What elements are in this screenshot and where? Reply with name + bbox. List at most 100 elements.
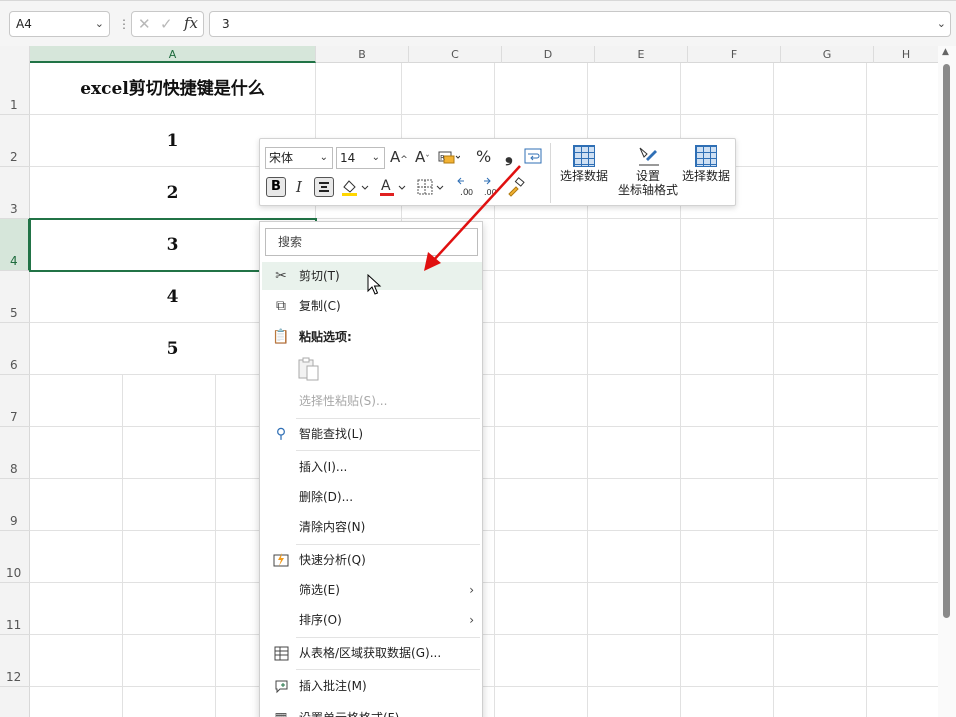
column-header-d[interactable]: D <box>502 46 595 63</box>
svg-text:A: A <box>381 178 391 194</box>
row-header-6[interactable]: 6 <box>0 323 30 375</box>
font-size-value: 14 <box>340 151 356 165</box>
context-menu: 搜索 ✂ 剪切(T) ⧉ 复制(C) 📋 粘贴选项: 选择性粘贴(S)... ⚲… <box>259 221 483 717</box>
more-options-icon[interactable]: ⋮ <box>118 17 130 31</box>
font-name-select[interactable]: 宋体 ⌄ <box>265 147 333 169</box>
menu-item-cut[interactable]: ✂ 剪切(T) <box>262 262 482 290</box>
menu-item-get-data[interactable]: 从表格/区域获取数据(G)... <box>262 639 482 667</box>
menu-item-sort[interactable]: 排序(O) › <box>262 606 482 634</box>
chevron-right-icon: › <box>469 583 474 597</box>
menu-item-smart-lookup[interactable]: ⚲ 智能查找(L) <box>262 420 482 448</box>
column-header-a[interactable]: A <box>30 46 316 63</box>
select-data-button-1[interactable]: 选择数据 <box>556 145 612 183</box>
cell-styles-icon[interactable]: R <box>438 148 462 170</box>
select-data-label: 选择数据 <box>681 169 730 183</box>
comma-style-button[interactable]: ❟ <box>505 144 513 164</box>
increase-font-size-icon[interactable]: A^ <box>390 148 408 169</box>
column-header-c[interactable]: C <box>409 46 502 63</box>
row-header-8[interactable]: 8 <box>0 427 30 479</box>
chevron-down-icon: ⌄ <box>371 152 380 163</box>
excel-window: A4 ⌄ ⋮ ✕ ✓ fx 3 ⌄ A B C D E F G H 1 2 3 … <box>0 0 956 717</box>
align-center-button[interactable] <box>314 177 334 197</box>
menu-separator <box>296 544 480 545</box>
decrease-decimal-icon[interactable]: .00 <box>482 177 504 201</box>
expand-formula-bar-icon[interactable]: ⌄ <box>937 12 946 36</box>
borders-icon[interactable] <box>416 177 446 201</box>
cell-a1[interactable]: excel剪切快捷键是什么 <box>30 63 316 115</box>
decrease-font-size-icon[interactable]: Aˇ <box>415 148 430 169</box>
format-painter-icon[interactable] <box>506 177 526 201</box>
bold-button[interactable]: B <box>266 177 286 197</box>
row-header-10[interactable]: 10 <box>0 531 30 583</box>
select-all-corner[interactable] <box>0 46 30 63</box>
confirm-icon[interactable]: ✓ <box>160 15 173 33</box>
row-header-2[interactable]: 2 <box>0 115 30 167</box>
select-data-button-2[interactable]: 选择数据 <box>678 145 734 183</box>
column-header-h[interactable]: H <box>874 46 938 63</box>
menu-item-delete[interactable]: 删除(D)... <box>262 483 482 511</box>
menu-search-input[interactable]: 搜索 <box>265 228 478 256</box>
column-header-b[interactable]: B <box>316 46 409 63</box>
italic-button[interactable]: I <box>296 178 302 196</box>
scissors-icon: ✂ <box>275 268 287 284</box>
formula-value: 3 <box>222 17 230 31</box>
menu-item-copy[interactable]: ⧉ 复制(C) <box>262 292 482 320</box>
chevron-down-icon[interactable]: ⌄ <box>95 12 104 36</box>
table-icon <box>272 639 290 667</box>
column-headers: A B C D E F G H <box>0 46 956 63</box>
select-data-icon <box>695 145 717 167</box>
name-box[interactable]: A4 ⌄ <box>9 11 110 37</box>
format-axis-label-2: 坐标轴格式 <box>617 183 678 197</box>
row-header-3[interactable]: 3 <box>0 167 30 219</box>
font-color-icon[interactable]: A <box>378 177 408 201</box>
formula-bar: A4 ⌄ ⋮ ✕ ✓ fx 3 ⌄ <box>0 0 956 46</box>
paste-clipboard-icon[interactable] <box>297 356 321 382</box>
svg-text:.00: .00 <box>484 188 497 197</box>
insert-function-icon[interactable]: fx <box>184 14 198 32</box>
font-name-value: 宋体 <box>269 151 294 165</box>
format-cells-icon: ▦ <box>272 704 290 717</box>
row-header-9[interactable]: 9 <box>0 479 30 531</box>
column-header-e[interactable]: E <box>595 46 688 63</box>
row-header-1[interactable]: 1 <box>0 63 30 115</box>
row-header-11[interactable]: 11 <box>0 583 30 635</box>
font-size-select[interactable]: 14 ⌄ <box>336 147 385 169</box>
row-header-12[interactable]: 12 <box>0 635 30 687</box>
menu-item-paste-special: 选择性粘贴(S)... <box>299 394 388 408</box>
row-header-5[interactable]: 5 <box>0 271 30 323</box>
svg-text:0: 0 <box>468 188 473 197</box>
menu-item-filter[interactable]: 筛选(E) › <box>262 576 482 604</box>
chevron-down-icon: ⌄ <box>319 152 328 163</box>
wrap-text-icon[interactable] <box>524 148 542 168</box>
row-header-7[interactable]: 7 <box>0 375 30 427</box>
vertical-scrollbar[interactable]: ▲ <box>938 46 956 717</box>
column-header-f[interactable]: F <box>688 46 781 63</box>
name-box-value: A4 <box>16 17 32 31</box>
select-data-label: 选择数据 <box>559 169 608 183</box>
select-data-icon <box>573 145 595 167</box>
formula-buttons: ✕ ✓ fx <box>131 11 204 37</box>
menu-item-format-cells[interactable]: ▦ 设置单元格格式(F)... <box>262 704 482 717</box>
menu-item-clear-contents[interactable]: 清除内容(N) <box>262 513 482 541</box>
chevron-right-icon: › <box>469 613 474 627</box>
clipboard-icon: 📋 <box>272 329 290 345</box>
scroll-up-icon[interactable]: ▲ <box>942 47 949 57</box>
row-header-4[interactable]: 4 <box>0 219 30 271</box>
fill-color-icon[interactable] <box>340 177 369 201</box>
increase-decimal-icon[interactable]: .0 0 <box>456 177 478 201</box>
align-line <box>321 186 327 188</box>
menu-item-quick-analysis[interactable]: 快速分析(Q) <box>262 546 482 574</box>
scrollbar-thumb[interactable] <box>943 64 950 618</box>
menu-item-insert[interactable]: 插入(I)... <box>262 453 482 481</box>
cancel-icon[interactable]: ✕ <box>138 15 151 33</box>
menu-item-insert-comment[interactable]: 插入批注(M) <box>262 672 482 700</box>
formula-input[interactable]: 3 ⌄ <box>209 11 951 37</box>
percent-style-button[interactable]: % <box>476 148 491 166</box>
menu-separator <box>296 418 480 419</box>
format-axis-button[interactable]: 设置 坐标轴格式 <box>612 145 684 197</box>
menu-separator <box>296 669 480 670</box>
column-header-g[interactable]: G <box>781 46 874 63</box>
search-icon: ⚲ <box>275 426 287 442</box>
menu-item-paste-options: 📋 粘贴选项: <box>262 323 482 351</box>
menu-separator <box>296 450 480 451</box>
